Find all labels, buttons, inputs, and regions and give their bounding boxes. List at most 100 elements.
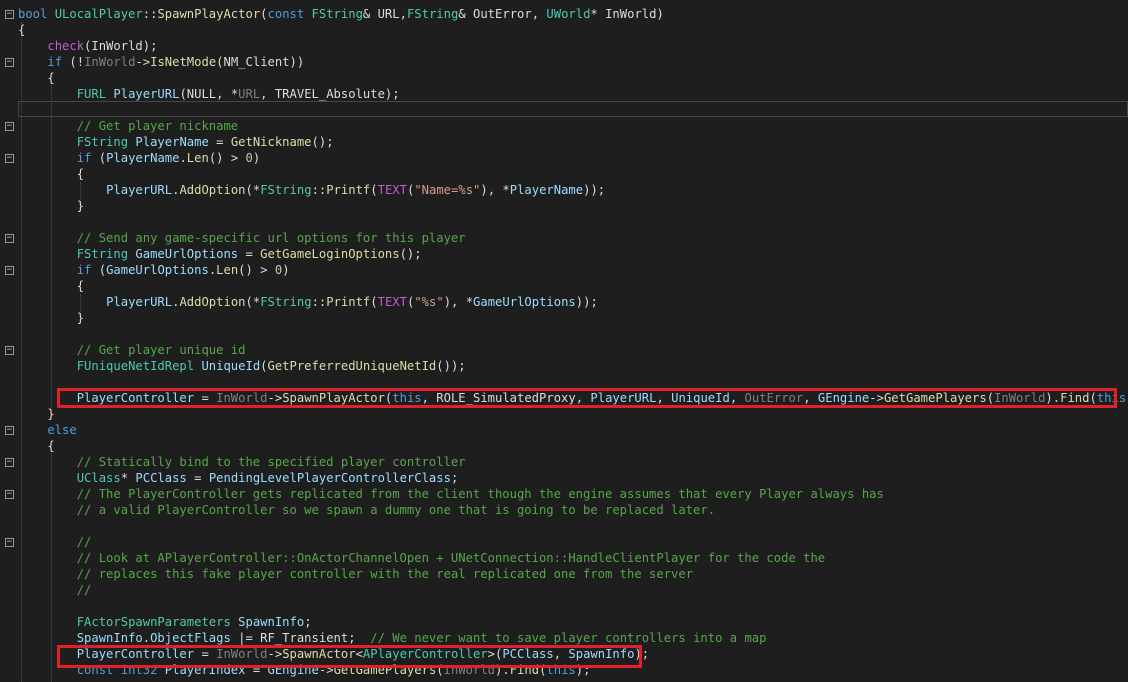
code-line[interactable]: − // (0, 534, 1128, 550)
code-token: (); (311, 135, 334, 149)
collapse-toggle-icon[interactable]: − (5, 266, 14, 275)
code-token: ; (304, 615, 312, 629)
code-line[interactable]: − // Get player nickname (0, 118, 1128, 134)
code-line[interactable]: SpawnInfo.ObjectFlags |= RF_Transient; /… (0, 630, 1128, 646)
code-line[interactable] (0, 102, 1128, 118)
code-token: (); (399, 247, 422, 261)
code-token: { (18, 71, 55, 85)
code-token: :: (311, 295, 327, 309)
code-token: ObjectFlags (150, 631, 231, 645)
code-line[interactable]: // (0, 582, 1128, 598)
code-line[interactable]: { (0, 438, 1128, 454)
code-token: ( (370, 295, 378, 309)
code-line[interactable] (0, 518, 1128, 534)
code-line[interactable]: } (0, 198, 1128, 214)
code-token: if (47, 55, 63, 69)
collapse-toggle-icon[interactable]: − (5, 234, 14, 243)
code-line[interactable]: − // Statically bind to the specified pl… (0, 454, 1128, 470)
code-token: ), * (480, 183, 510, 197)
code-line[interactable]: { (0, 278, 1128, 294)
code-token: (* (245, 183, 261, 197)
code-token: // Send any game-specific url options fo… (76, 231, 466, 245)
collapse-toggle-icon[interactable]: − (5, 426, 14, 435)
code-text: FURL PlayerURL(NULL, *URL, TRAVEL_Absolu… (18, 86, 400, 102)
code-token: :: (311, 183, 327, 197)
code-line[interactable]: } (0, 406, 1128, 422)
code-text: // Get player unique id (18, 342, 246, 358)
code-line[interactable]: − bool ULocalPlayer::SpawnPlayActor(const… (0, 6, 1128, 22)
code-line[interactable] (0, 326, 1128, 342)
code-line[interactable]: − if (PlayerName.Len() > 0) (0, 150, 1128, 166)
code-line[interactable]: − if (!InWorld->IsNetMode(NM_Client)) (0, 54, 1128, 70)
collapse-toggle-icon[interactable]: − (5, 10, 14, 19)
code-text: } (18, 310, 84, 326)
code-line[interactable]: FURL PlayerURL(NULL, *URL, TRAVEL_Absolu… (0, 86, 1128, 102)
code-token: ( (260, 359, 268, 373)
code-token: check (47, 39, 85, 53)
collapse-toggle-icon[interactable]: − (5, 58, 14, 67)
code-text: { (18, 70, 55, 86)
code-line[interactable]: − // Get player unique id (0, 342, 1128, 358)
code-line[interactable]: } (0, 310, 1128, 326)
code-text: } (18, 198, 84, 214)
code-line[interactable]: UClass* PCClass = PendingLevelPlayerCont… (0, 470, 1128, 486)
code-line[interactable]: − if (GameUrlOptions.Len() > 0) (0, 262, 1128, 278)
code-token: SpawnInfo (238, 615, 305, 629)
code-line[interactable]: − // Send any game-specific url options … (0, 230, 1128, 246)
code-text: { (18, 22, 25, 38)
collapse-toggle-icon[interactable]: − (5, 458, 14, 467)
code-token: PlayerName (509, 183, 584, 197)
code-line[interactable]: { (0, 22, 1128, 38)
collapse-toggle-icon[interactable]: − (5, 538, 14, 547)
code-token: } (18, 407, 55, 421)
code-line[interactable] (0, 598, 1128, 614)
code-line[interactable]: PlayerURL.AddOption(*FString::Printf(TEX… (0, 294, 1128, 310)
code-token: AddOption (179, 295, 246, 309)
collapse-toggle-icon[interactable]: − (5, 154, 14, 163)
code-line[interactable] (0, 214, 1128, 230)
code-token: (InWorld); (84, 39, 158, 53)
code-line[interactable]: − else (0, 422, 1128, 438)
code-line[interactable]: // a valid PlayerController so we spawn … (0, 502, 1128, 518)
code-token: UWorld (546, 7, 591, 21)
code-line[interactable]: FString PlayerName = GetNickname(); (0, 134, 1128, 150)
code-line[interactable]: FString GameUrlOptions = GetGameLoginOpt… (0, 246, 1128, 262)
code-token: ( (91, 263, 107, 277)
code-token: GetGameLoginOptions (260, 247, 400, 261)
code-text: FUniqueNetIdRepl UniqueId(GetPreferredUn… (18, 358, 466, 374)
code-text: SpawnInfo.ObjectFlags |= RF_Transient; /… (18, 630, 767, 646)
code-editor[interactable]: − bool ULocalPlayer::SpawnPlayActor(const… (0, 0, 1128, 682)
code-token: IsNetMode (150, 55, 217, 69)
code-line[interactable]: // replaces this fake player controller … (0, 566, 1128, 582)
code-token: // Statically bind to the specified play… (76, 455, 466, 469)
code-line[interactable]: check(InWorld); (0, 38, 1128, 54)
code-line[interactable]: { (0, 166, 1128, 182)
code-line[interactable]: { (0, 70, 1128, 86)
code-token: . (179, 151, 187, 165)
code-text: // replaces this fake player controller … (18, 566, 693, 582)
code-token: & OutError, (458, 7, 547, 21)
code-line[interactable]: − // The PlayerController gets replicate… (0, 486, 1128, 502)
code-token: |= RF_Transient; (230, 631, 371, 645)
code-line[interactable]: PlayerURL.AddOption(*FString::Printf(TEX… (0, 182, 1128, 198)
code-text: check(InWorld); (18, 38, 157, 54)
code-line[interactable]: // Look at APlayerController::OnActorCha… (0, 550, 1128, 566)
code-line[interactable]: FUniqueNetIdRepl UniqueId(GetPreferredUn… (0, 358, 1128, 374)
collapse-toggle-icon[interactable]: − (5, 122, 14, 131)
code-token: () > (238, 263, 275, 277)
code-token: SpawnInfo (76, 631, 143, 645)
code-token: { (18, 439, 55, 453)
code-text: FString GameUrlOptions = GetGameLoginOpt… (18, 246, 422, 262)
code-token: (NULL, * (179, 87, 239, 101)
code-line[interactable]: FActorSpawnParameters SpawnInfo; (0, 614, 1128, 630)
code-text: FActorSpawnParameters SpawnInfo; (18, 614, 312, 630)
collapse-toggle-icon[interactable]: − (5, 490, 14, 499)
code-token: PlayerName (106, 151, 180, 165)
collapse-toggle-icon[interactable]: − (5, 346, 14, 355)
